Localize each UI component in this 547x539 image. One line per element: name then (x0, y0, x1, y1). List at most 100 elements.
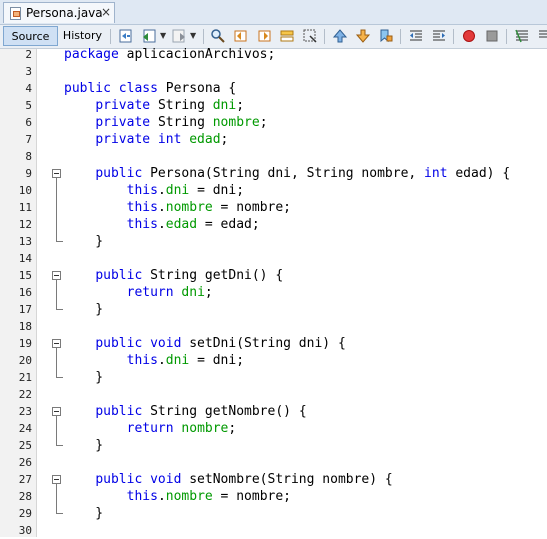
code-token: Persona(String dni, String nombre, (150, 166, 425, 181)
code-line: } (64, 233, 103, 250)
code-line: } (64, 437, 103, 454)
code-token: } (64, 370, 104, 385)
line-number: 12 (18, 218, 32, 231)
line-number: 15 (18, 269, 32, 282)
line-number: 16 (18, 286, 32, 299)
find-previous-icon[interactable] (233, 28, 249, 44)
forward-icon[interactable] (171, 28, 187, 44)
keyword-token: return (126, 285, 182, 300)
field-token: dni (212, 98, 237, 113)
field-token: dni (165, 183, 190, 198)
line-number: 19 (18, 337, 32, 350)
keyword-token: private (95, 98, 158, 113)
code-line: } (64, 505, 103, 522)
fold-guide-line (56, 280, 57, 309)
java-file-icon (10, 7, 21, 20)
uncomment-icon[interactable] (537, 28, 547, 44)
fold-toggle-icon[interactable] (52, 169, 61, 178)
tab-persona-java[interactable]: Persona.java × (3, 2, 115, 23)
code-token: . (157, 217, 166, 232)
field-token: nombre (181, 421, 229, 436)
fold-toggle-icon[interactable] (52, 339, 61, 348)
history-button[interactable]: History (60, 26, 105, 46)
fold-toggle-icon[interactable] (52, 407, 61, 416)
code-token: ; (220, 132, 229, 147)
code-token: Persona { (165, 81, 237, 96)
line-number: 30 (18, 524, 32, 537)
chevron-down-icon[interactable]: ▼ (160, 31, 166, 40)
code-token: . (157, 353, 166, 368)
line-number: 22 (18, 388, 32, 401)
line-number: 14 (18, 252, 32, 265)
code-token: setDni(String dni) { (189, 336, 346, 351)
close-icon[interactable]: × (101, 5, 111, 19)
find-selection-icon[interactable] (302, 28, 318, 44)
fold-end-marker (56, 445, 63, 446)
fold-end-marker (56, 241, 63, 242)
chevron-down-icon[interactable]: ▼ (190, 31, 196, 40)
code-token: ; (236, 98, 245, 113)
line-number: 17 (18, 303, 32, 316)
code-token: = edad; (197, 217, 260, 232)
code-line: public void setNombre(String nombre) { (64, 471, 392, 488)
line-number: 5 (25, 99, 32, 112)
code-token: . (157, 200, 166, 215)
line-number: 13 (18, 235, 32, 248)
back-icon[interactable] (141, 28, 157, 44)
code-token: String (157, 98, 213, 113)
code-token: = dni; (189, 353, 245, 368)
code-folding-margin (36, 49, 64, 537)
toggle-bookmark-icon[interactable] (378, 28, 394, 44)
field-token: nombre (212, 115, 260, 130)
field-token: dni (165, 353, 190, 368)
fold-guide-line (56, 484, 57, 513)
previous-bookmark-icon[interactable] (332, 28, 348, 44)
next-bookmark-icon[interactable] (355, 28, 371, 44)
keyword-token: int (424, 166, 456, 181)
keyword-token: public (95, 166, 151, 181)
source-button[interactable]: Source (3, 26, 58, 46)
tab-title: Persona.java (26, 6, 103, 20)
find-icon[interactable] (210, 28, 226, 44)
find-next-icon[interactable] (256, 28, 272, 44)
keyword-token: this (126, 353, 158, 368)
code-token: String (157, 115, 213, 130)
field-token: edad (165, 217, 198, 232)
comment-icon[interactable] (514, 28, 530, 44)
fold-guide-line (56, 178, 57, 241)
shift-left-icon[interactable] (408, 28, 424, 44)
code-line: this.dni = dni; (64, 352, 244, 369)
line-number: 29 (18, 507, 32, 520)
code-editor[interactable]: package aplicacionArchivos; public class … (64, 46, 547, 537)
line-number: 8 (25, 150, 32, 163)
code-line: return dni; (64, 284, 213, 301)
field-token: dni (181, 285, 205, 300)
fold-end-marker (56, 377, 63, 378)
code-line: this.dni = dni; (64, 182, 244, 199)
code-line: public Persona(String dni, String nombre… (64, 165, 510, 182)
keyword-token: return (126, 421, 182, 436)
code-token: String getDni() { (150, 268, 284, 283)
line-number: 11 (18, 201, 32, 214)
line-number: 21 (18, 371, 32, 384)
line-number: 23 (18, 405, 32, 418)
code-token: = nombre; (212, 489, 292, 504)
fold-toggle-icon[interactable] (52, 271, 61, 280)
shift-right-icon[interactable] (431, 28, 447, 44)
last-edit-icon[interactable] (118, 28, 134, 44)
toggle-highlight-icon[interactable] (279, 28, 295, 44)
record-macro-icon[interactable] (461, 28, 477, 44)
stop-macro-icon[interactable] (484, 28, 500, 44)
fold-guide-line (56, 348, 57, 377)
fold-toggle-icon[interactable] (52, 475, 61, 484)
code-line: package aplicacionArchivos; (64, 46, 275, 63)
keyword-token: public void (95, 472, 190, 487)
